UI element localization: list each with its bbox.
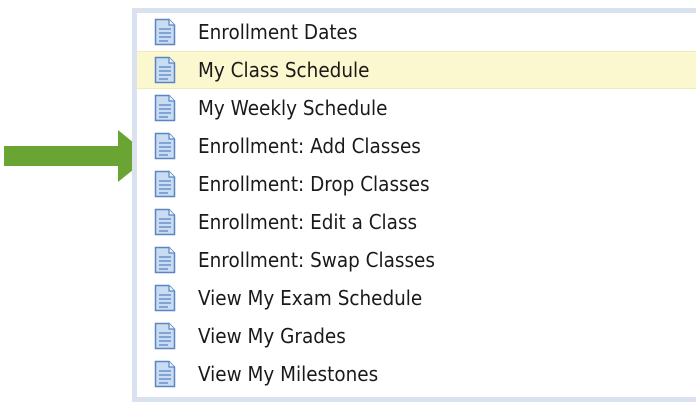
menu-item-label: View My Exam Schedule: [198, 286, 423, 310]
menu-list: Enrollment Dates My Class Schedule My We…: [137, 13, 696, 393]
menu-item-label: View My Milestones: [198, 362, 379, 386]
menu-item-view-my-milestones[interactable]: View My Milestones: [137, 355, 696, 393]
menu-item-enrollment-add-classes[interactable]: Enrollment: Add Classes: [137, 127, 696, 165]
menu-item-enrollment-swap-classes[interactable]: Enrollment: Swap Classes: [137, 241, 696, 279]
document-icon: [154, 94, 176, 122]
menu-item-label: My Class Schedule: [198, 58, 370, 82]
menu-item-view-my-exam-schedule[interactable]: View My Exam Schedule: [137, 279, 696, 317]
menu-item-label: Enrollment: Edit a Class: [198, 210, 418, 234]
page: Enrollment Dates My Class Schedule My We…: [0, 0, 696, 410]
enrollment-menu: Enrollment Dates My Class Schedule My We…: [132, 8, 696, 402]
menu-item-my-weekly-schedule[interactable]: My Weekly Schedule: [137, 89, 696, 127]
document-icon: [154, 132, 176, 160]
document-icon: [154, 360, 176, 388]
menu-item-label: Enrollment Dates: [198, 20, 358, 44]
menu-item-enrollment-drop-classes[interactable]: Enrollment: Drop Classes: [137, 165, 696, 203]
document-icon: [154, 208, 176, 236]
menu-item-label: Enrollment: Swap Classes: [198, 248, 435, 272]
document-icon: [154, 170, 176, 198]
menu-item-label: Enrollment: Add Classes: [198, 134, 421, 158]
menu-item-enrollment-dates[interactable]: Enrollment Dates: [137, 13, 696, 51]
document-icon: [154, 56, 176, 84]
menu-item-view-my-grades[interactable]: View My Grades: [137, 317, 696, 355]
menu-item-label: My Weekly Schedule: [198, 96, 388, 120]
menu-item-label: View My Grades: [198, 324, 346, 348]
document-icon: [154, 322, 176, 350]
menu-item-enrollment-edit-a-class[interactable]: Enrollment: Edit a Class: [137, 203, 696, 241]
menu-item-my-class-schedule[interactable]: My Class Schedule: [137, 51, 696, 89]
document-icon: [154, 18, 176, 46]
menu-item-label: Enrollment: Drop Classes: [198, 172, 430, 196]
document-icon: [154, 246, 176, 274]
document-icon: [154, 284, 176, 312]
